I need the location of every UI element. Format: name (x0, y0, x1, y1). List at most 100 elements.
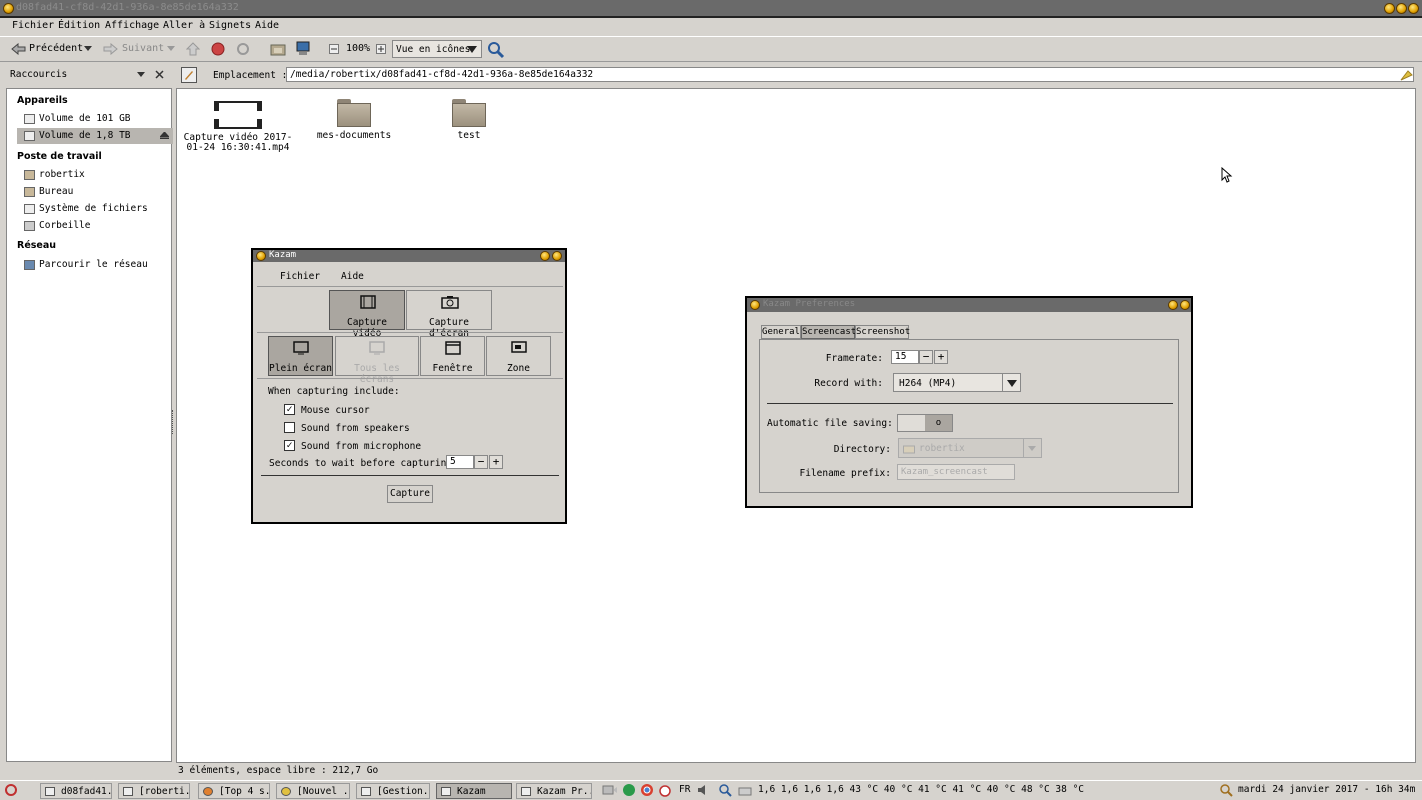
kazam-menu-fichier[interactable]: Fichier (280, 271, 320, 282)
area-zone-button[interactable]: Zone (486, 336, 551, 376)
task-gestion[interactable]: [Gestion... (356, 783, 430, 799)
record-with-label: Record with: (814, 378, 883, 389)
wait-decrement-button[interactable]: − (474, 455, 488, 469)
framerate-decrement-button[interactable]: − (919, 350, 933, 364)
wait-increment-button[interactable]: + (489, 455, 503, 469)
up-arrow-icon[interactable] (186, 42, 200, 56)
menu-affichage[interactable]: Affichage (105, 20, 159, 31)
printer-icon[interactable] (738, 785, 752, 797)
tab-general[interactable]: General (761, 325, 801, 339)
pane-splitter[interactable] (172, 410, 175, 434)
sidebar-item-systeme[interactable]: Système de fichiers (23, 201, 171, 217)
sidebar-item-volume-18tb[interactable]: Volume de 1,8 TB (17, 128, 173, 144)
forward-button[interactable]: Suivant (122, 43, 164, 54)
toggle-knob: o (925, 415, 952, 431)
sidebar-close-icon[interactable] (155, 70, 164, 79)
task-kazam-preferences[interactable]: Kazam Pr... (516, 783, 592, 799)
autosave-toggle[interactable]: o (897, 414, 953, 432)
file-item-mes-documents[interactable]: mes-documents (299, 99, 409, 141)
window-menu-icon[interactable] (750, 300, 760, 310)
task-chrome[interactable]: [Nouvel ... (276, 783, 350, 799)
volume-icon[interactable] (697, 784, 711, 796)
clear-location-icon[interactable] (1400, 68, 1414, 81)
alarm-clock-icon[interactable] (658, 783, 672, 797)
directory-select[interactable]: robertix (898, 438, 1042, 458)
task-firefox[interactable]: [Top 4 s... (198, 783, 270, 799)
clock[interactable]: mardi 24 janvier 2017 - 16h 34m 18s (1238, 784, 1422, 795)
area-window-button[interactable]: Fenêtre (420, 336, 485, 376)
menu-signets[interactable]: Signets (209, 20, 251, 31)
location-input[interactable]: /media/robertix/d08fad41-cf8d-42d1-936a-… (286, 67, 1414, 82)
edit-location-icon[interactable] (181, 67, 197, 83)
sidebar-item-corbeille[interactable]: Corbeille (23, 218, 171, 234)
close-icon[interactable] (1408, 3, 1419, 14)
back-button[interactable]: Précédent (29, 43, 83, 54)
capture-button[interactable]: Capture (387, 485, 433, 503)
sidebar-item-robertix[interactable]: robertix (23, 167, 171, 183)
close-icon[interactable] (552, 251, 562, 261)
sound-microphone-checkbox[interactable]: ✓ (284, 440, 295, 451)
menu-aide[interactable]: Aide (255, 20, 279, 31)
search-tray-icon[interactable] (718, 783, 732, 797)
framerate-input[interactable]: 15 (891, 350, 919, 364)
back-arrow-icon[interactable] (10, 43, 26, 55)
start-menu-icon[interactable] (4, 783, 18, 797)
zoom-out-icon[interactable] (329, 44, 339, 54)
mode-screenshot-button[interactable]: Capture d'écran (406, 290, 492, 339)
task-robertix[interactable]: [roberti... (118, 783, 190, 799)
forward-dropdown-icon[interactable] (167, 46, 175, 52)
view-mode-select[interactable]: Vue en icônes (392, 40, 482, 58)
sidebar-item-label: Volume de 1,8 TB (39, 130, 131, 141)
maximize-icon[interactable] (1396, 3, 1407, 14)
search-icon[interactable] (487, 41, 505, 59)
back-dropdown-icon[interactable] (84, 46, 92, 52)
menu-aller[interactable]: Aller à (163, 20, 205, 31)
file-item-test[interactable]: test (414, 99, 524, 141)
forward-arrow-icon[interactable] (103, 43, 119, 55)
menu-edition[interactable]: Édition (58, 20, 100, 31)
keyboard-layout[interactable]: FR (679, 784, 690, 795)
menu-fichier[interactable]: Fichier (12, 20, 54, 31)
area-fullscreen-button[interactable]: Plein écran (268, 336, 333, 376)
area-all-screens-button[interactable]: Tous les écrans (335, 336, 419, 385)
sidebar-dropdown-icon[interactable] (137, 72, 145, 78)
video-camera-icon[interactable] (602, 784, 618, 796)
sound-speakers-checkbox[interactable] (284, 422, 295, 433)
computer-icon[interactable] (295, 41, 311, 57)
mode-capture-video-button[interactable]: Capture vidéo (329, 290, 405, 339)
prefix-input[interactable]: Kazam_screencast (897, 464, 1015, 480)
menubar: Fichier Édition Affichage Aller à Signet… (0, 18, 1422, 35)
close-icon[interactable] (1180, 300, 1190, 310)
framerate-increment-button[interactable]: + (934, 350, 948, 364)
record-with-select[interactable]: H264 (MP4) (893, 373, 1021, 392)
file-item-video[interactable]: Capture vidéo 2017-01-24 16:30:41.mp4 (183, 101, 293, 153)
minimize-icon[interactable] (1168, 300, 1178, 310)
prefs-titlebar[interactable]: Kazam Preferences (747, 298, 1191, 312)
sidebar-item-network[interactable]: Parcourir le réseau (23, 257, 171, 273)
zoom-in-icon[interactable] (376, 44, 386, 54)
minimize-icon[interactable] (1384, 3, 1395, 14)
stop-icon[interactable] (211, 42, 225, 56)
window-titlebar[interactable]: d08fad41-cf8d-42d1-936a-8e85de164a332 (0, 0, 1422, 18)
window-menu-icon[interactable] (3, 3, 14, 14)
tab-screenshot[interactable]: Screenshot (855, 325, 910, 339)
task-file-manager[interactable]: d08fad41... (40, 783, 112, 799)
task-kazam[interactable]: Kazam (436, 783, 512, 799)
sidebar-item-volume-101[interactable]: Volume de 101 GB (23, 111, 171, 127)
kazam-titlebar[interactable]: Kazam (253, 250, 565, 262)
status-dot-icon[interactable] (622, 783, 636, 797)
reload-icon[interactable] (236, 42, 250, 56)
chrome-tray-icon[interactable] (640, 783, 654, 797)
eject-icon[interactable] (160, 132, 169, 140)
home-folder-icon[interactable] (270, 42, 286, 56)
search-tray-icon[interactable] (1219, 783, 1233, 797)
tab-screencast[interactable]: Screencast (801, 325, 856, 339)
window-title: d08fad41-cf8d-42d1-936a-8e85de164a332 (16, 2, 239, 13)
zone-icon (511, 341, 527, 353)
mouse-cursor-checkbox[interactable]: ✓ (284, 404, 295, 415)
sidebar-item-bureau[interactable]: Bureau (23, 184, 171, 200)
kazam-menu-aide[interactable]: Aide (341, 271, 364, 282)
minimize-icon[interactable] (540, 251, 550, 261)
window-menu-icon[interactable] (256, 251, 266, 261)
wait-seconds-input[interactable]: 5 (446, 455, 474, 469)
